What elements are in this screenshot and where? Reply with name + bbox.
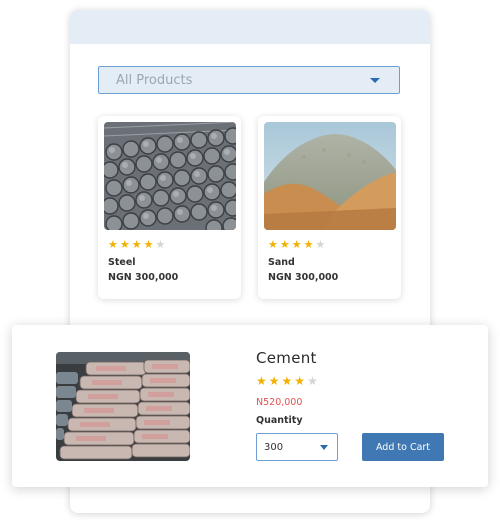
product-price: NGN 300,000 (268, 272, 339, 283)
rating-stars: ★ ★ ★ ★ ★ (268, 239, 325, 251)
product-card-steel[interactable]: ★ ★ ★ ★ ★ Steel NGN 300,000 (98, 116, 241, 299)
star-filled-icon: ★ (294, 374, 306, 388)
add-to-cart-button[interactable]: Add to Cart (362, 433, 444, 461)
product-price: N520,000 (256, 397, 303, 408)
category-dropdown[interactable]: All Products (98, 66, 400, 94)
chevron-down-icon (320, 445, 328, 450)
rating-stars: ★ ★ ★ ★ ★ (256, 375, 318, 387)
cement-image (56, 352, 190, 461)
product-detail-card: Cement ★ ★ ★ ★ ★ N520,000 Quantity 300 A… (12, 325, 488, 487)
product-name: Steel (108, 257, 136, 268)
product-card-sand[interactable]: ★ ★ ★ ★ ★ Sand NGN 300,000 (258, 116, 401, 299)
category-dropdown-value: All Products (116, 72, 193, 88)
star-filled-icon: ★ (268, 238, 278, 251)
sand-image (264, 122, 396, 230)
star-filled-icon: ★ (108, 238, 118, 251)
rating-stars: ★ ★ ★ ★ ★ (108, 239, 165, 251)
star-empty-icon: ★ (307, 374, 318, 388)
product-name: Sand (268, 257, 295, 268)
star-filled-icon: ★ (279, 238, 290, 251)
chevron-down-icon (370, 78, 380, 83)
quantity-value: 300 (264, 441, 284, 453)
steel-image (104, 122, 236, 230)
star-filled-icon: ★ (291, 238, 302, 251)
star-empty-icon: ★ (315, 238, 326, 251)
star-filled-icon: ★ (119, 238, 130, 251)
quantity-dropdown[interactable]: 300 (256, 433, 338, 461)
app-header (70, 10, 430, 44)
product-price: NGN 300,000 (108, 272, 179, 283)
product-title: Cement (256, 349, 317, 367)
star-filled-icon: ★ (256, 374, 267, 388)
star-filled-icon: ★ (281, 374, 293, 388)
star-empty-icon: ★ (155, 238, 166, 251)
star-filled-icon: ★ (268, 374, 280, 388)
quantity-label: Quantity (256, 415, 303, 426)
star-filled-icon: ★ (131, 238, 142, 251)
star-filled-icon: ★ (143, 238, 154, 251)
star-filled-icon: ★ (303, 238, 314, 251)
